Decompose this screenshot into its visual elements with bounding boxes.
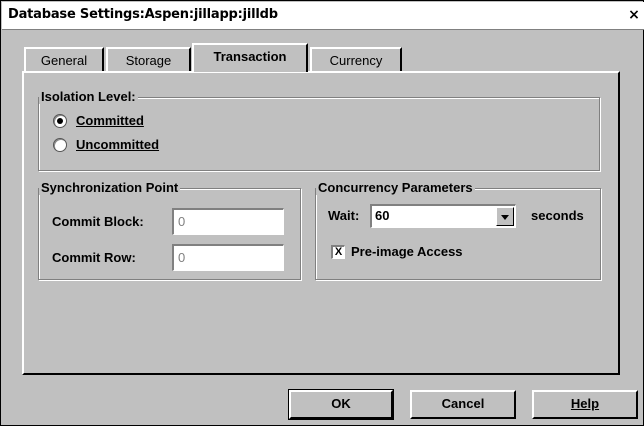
wait-combobox[interactable]: 60 (370, 204, 516, 228)
chevron-down-icon[interactable] (496, 207, 514, 226)
committed-radio[interactable] (53, 114, 67, 128)
title-bar[interactable]: Database Settings:Aspen:jillapp:jilldb × (2, 2, 644, 30)
wait-unit-label: seconds (531, 208, 584, 223)
wait-label: Wait: (328, 208, 360, 223)
tab-storage[interactable]: Storage (106, 47, 191, 71)
tab-transaction[interactable]: Transaction (192, 43, 308, 72)
tab-general[interactable]: General (24, 47, 104, 71)
dialog-window: Database Settings:Aspen:jillapp:jilldb ×… (0, 0, 644, 426)
synchronization-point-legend: Synchronization Point (39, 180, 181, 195)
concurrency-parameters-legend: Concurrency Parameters (316, 180, 475, 195)
close-icon[interactable]: × (626, 7, 642, 23)
commit-block-field[interactable]: 0 (172, 208, 284, 235)
tab-currency[interactable]: Currency (310, 47, 402, 71)
concurrency-parameters-group: Concurrency Parameters (315, 180, 601, 280)
ok-button[interactable]: OK (288, 389, 394, 420)
window-title: Database Settings:Aspen:jillapp:jilldb (8, 7, 278, 22)
wait-value: 60 (375, 208, 390, 223)
uncommitted-label[interactable]: Uncommitted (76, 137, 159, 152)
help-button[interactable]: Help (532, 390, 638, 419)
commit-row-label: Commit Row: (52, 250, 136, 265)
preimage-access-checkbox[interactable]: X (331, 245, 345, 259)
commit-row-field[interactable]: 0 (172, 244, 284, 271)
isolation-level-legend: Isolation Level: (39, 89, 138, 104)
committed-label[interactable]: Committed (76, 113, 144, 128)
preimage-access-label[interactable]: Pre-image Access (351, 244, 463, 259)
cancel-button[interactable]: Cancel (410, 390, 516, 419)
uncommitted-radio[interactable] (53, 138, 67, 152)
commit-block-label: Commit Block: (52, 214, 144, 229)
isolation-level-group: Isolation Level: (38, 89, 600, 171)
